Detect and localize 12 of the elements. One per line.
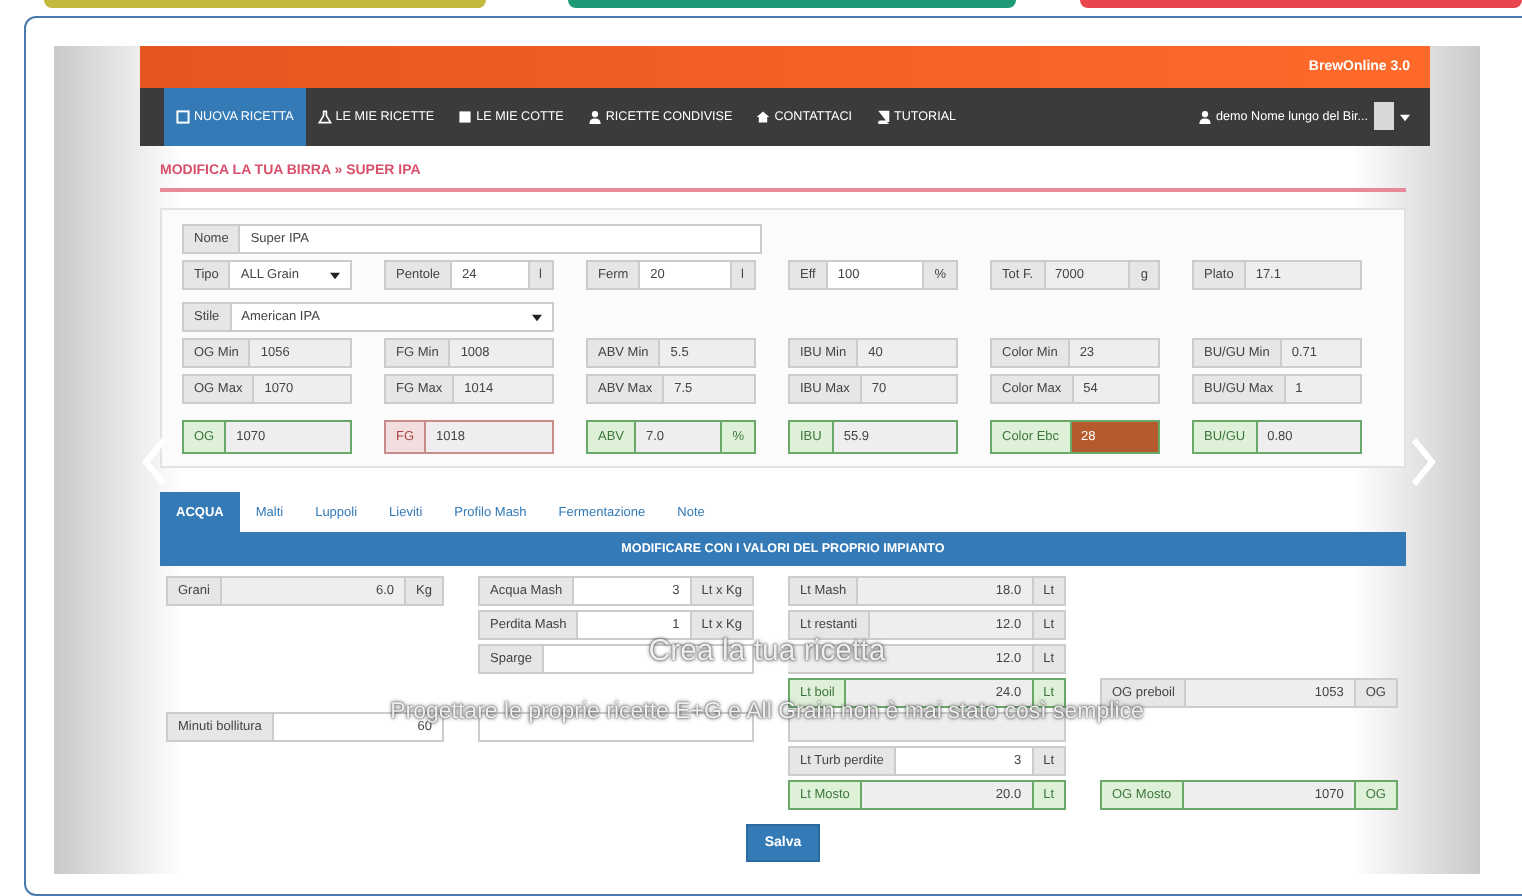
person-icon [1198,110,1213,124]
flask-icon [317,110,332,124]
caret-icon [330,271,340,279]
square-icon [176,110,190,124]
caption-title: Crea la tua ricetta [648,634,886,668]
person-icon [587,110,602,124]
chevron-left-icon[interactable] [142,438,166,486]
caret-icon [1400,113,1410,121]
document-icon [458,110,473,124]
chevron-right-icon[interactable] [1412,438,1436,486]
caret-icon [532,313,542,321]
home-icon [756,110,771,124]
